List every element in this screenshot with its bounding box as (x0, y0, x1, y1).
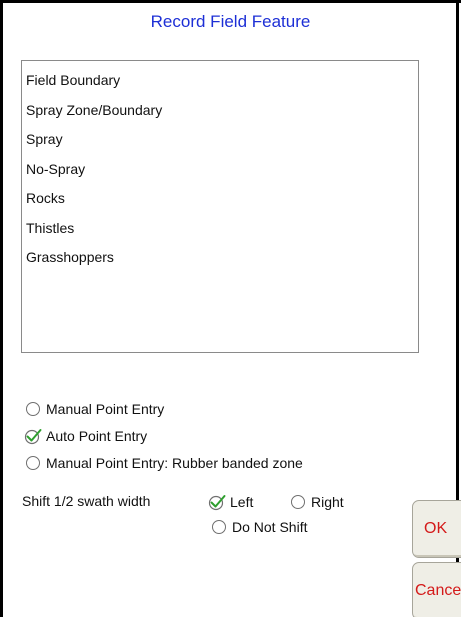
dialog-border-top (0, 0, 461, 3)
list-item[interactable]: Spray Zone/Boundary (22, 103, 418, 133)
list-item[interactable]: Field Boundary (22, 73, 418, 103)
radio-empty-icon (26, 402, 40, 416)
radio-shift-left[interactable]: Left (208, 492, 254, 512)
ok-button[interactable]: OK (412, 500, 461, 558)
cancel-button[interactable]: Cance (412, 562, 461, 617)
radio-label: Auto Point Entry (46, 428, 148, 444)
shift-swath-label: Shift 1/2 swath width (22, 493, 151, 509)
radio-label: Right (311, 494, 344, 510)
record-field-feature-dialog: Record Field Feature Field Boundary Spra… (0, 0, 461, 617)
check-radio-icon (208, 495, 226, 511)
list-item[interactable]: No-Spray (22, 162, 418, 192)
radio-label: Do Not Shift (232, 519, 308, 535)
dialog-border-left (0, 0, 3, 617)
list-item[interactable]: Spray (22, 132, 418, 162)
feature-listbox[interactable]: Field Boundary Spray Zone/Boundary Spray… (21, 60, 419, 353)
radio-auto-point-entry[interactable]: Auto Point Entry (24, 426, 148, 446)
radio-empty-icon (291, 495, 305, 509)
radio-label: Manual Point Entry (46, 401, 165, 417)
radio-shift-right[interactable]: Right (291, 492, 344, 512)
list-item[interactable]: Rocks (22, 191, 418, 221)
radio-label: Left (230, 494, 254, 510)
dialog-title: Record Field Feature (150, 12, 311, 31)
radio-manual-rubber-banded[interactable]: Manual Point Entry: Rubber banded zone (26, 453, 303, 473)
radio-label: Manual Point Entry: Rubber banded zone (46, 455, 303, 471)
radio-manual-point-entry[interactable]: Manual Point Entry (26, 399, 164, 419)
radio-empty-icon (212, 520, 226, 534)
list-item[interactable]: Thistles (22, 221, 418, 251)
check-radio-icon (24, 429, 42, 445)
radio-do-not-shift[interactable]: Do Not Shift (212, 517, 307, 537)
list-item[interactable]: Grasshoppers (22, 250, 418, 280)
radio-empty-icon (26, 456, 40, 470)
